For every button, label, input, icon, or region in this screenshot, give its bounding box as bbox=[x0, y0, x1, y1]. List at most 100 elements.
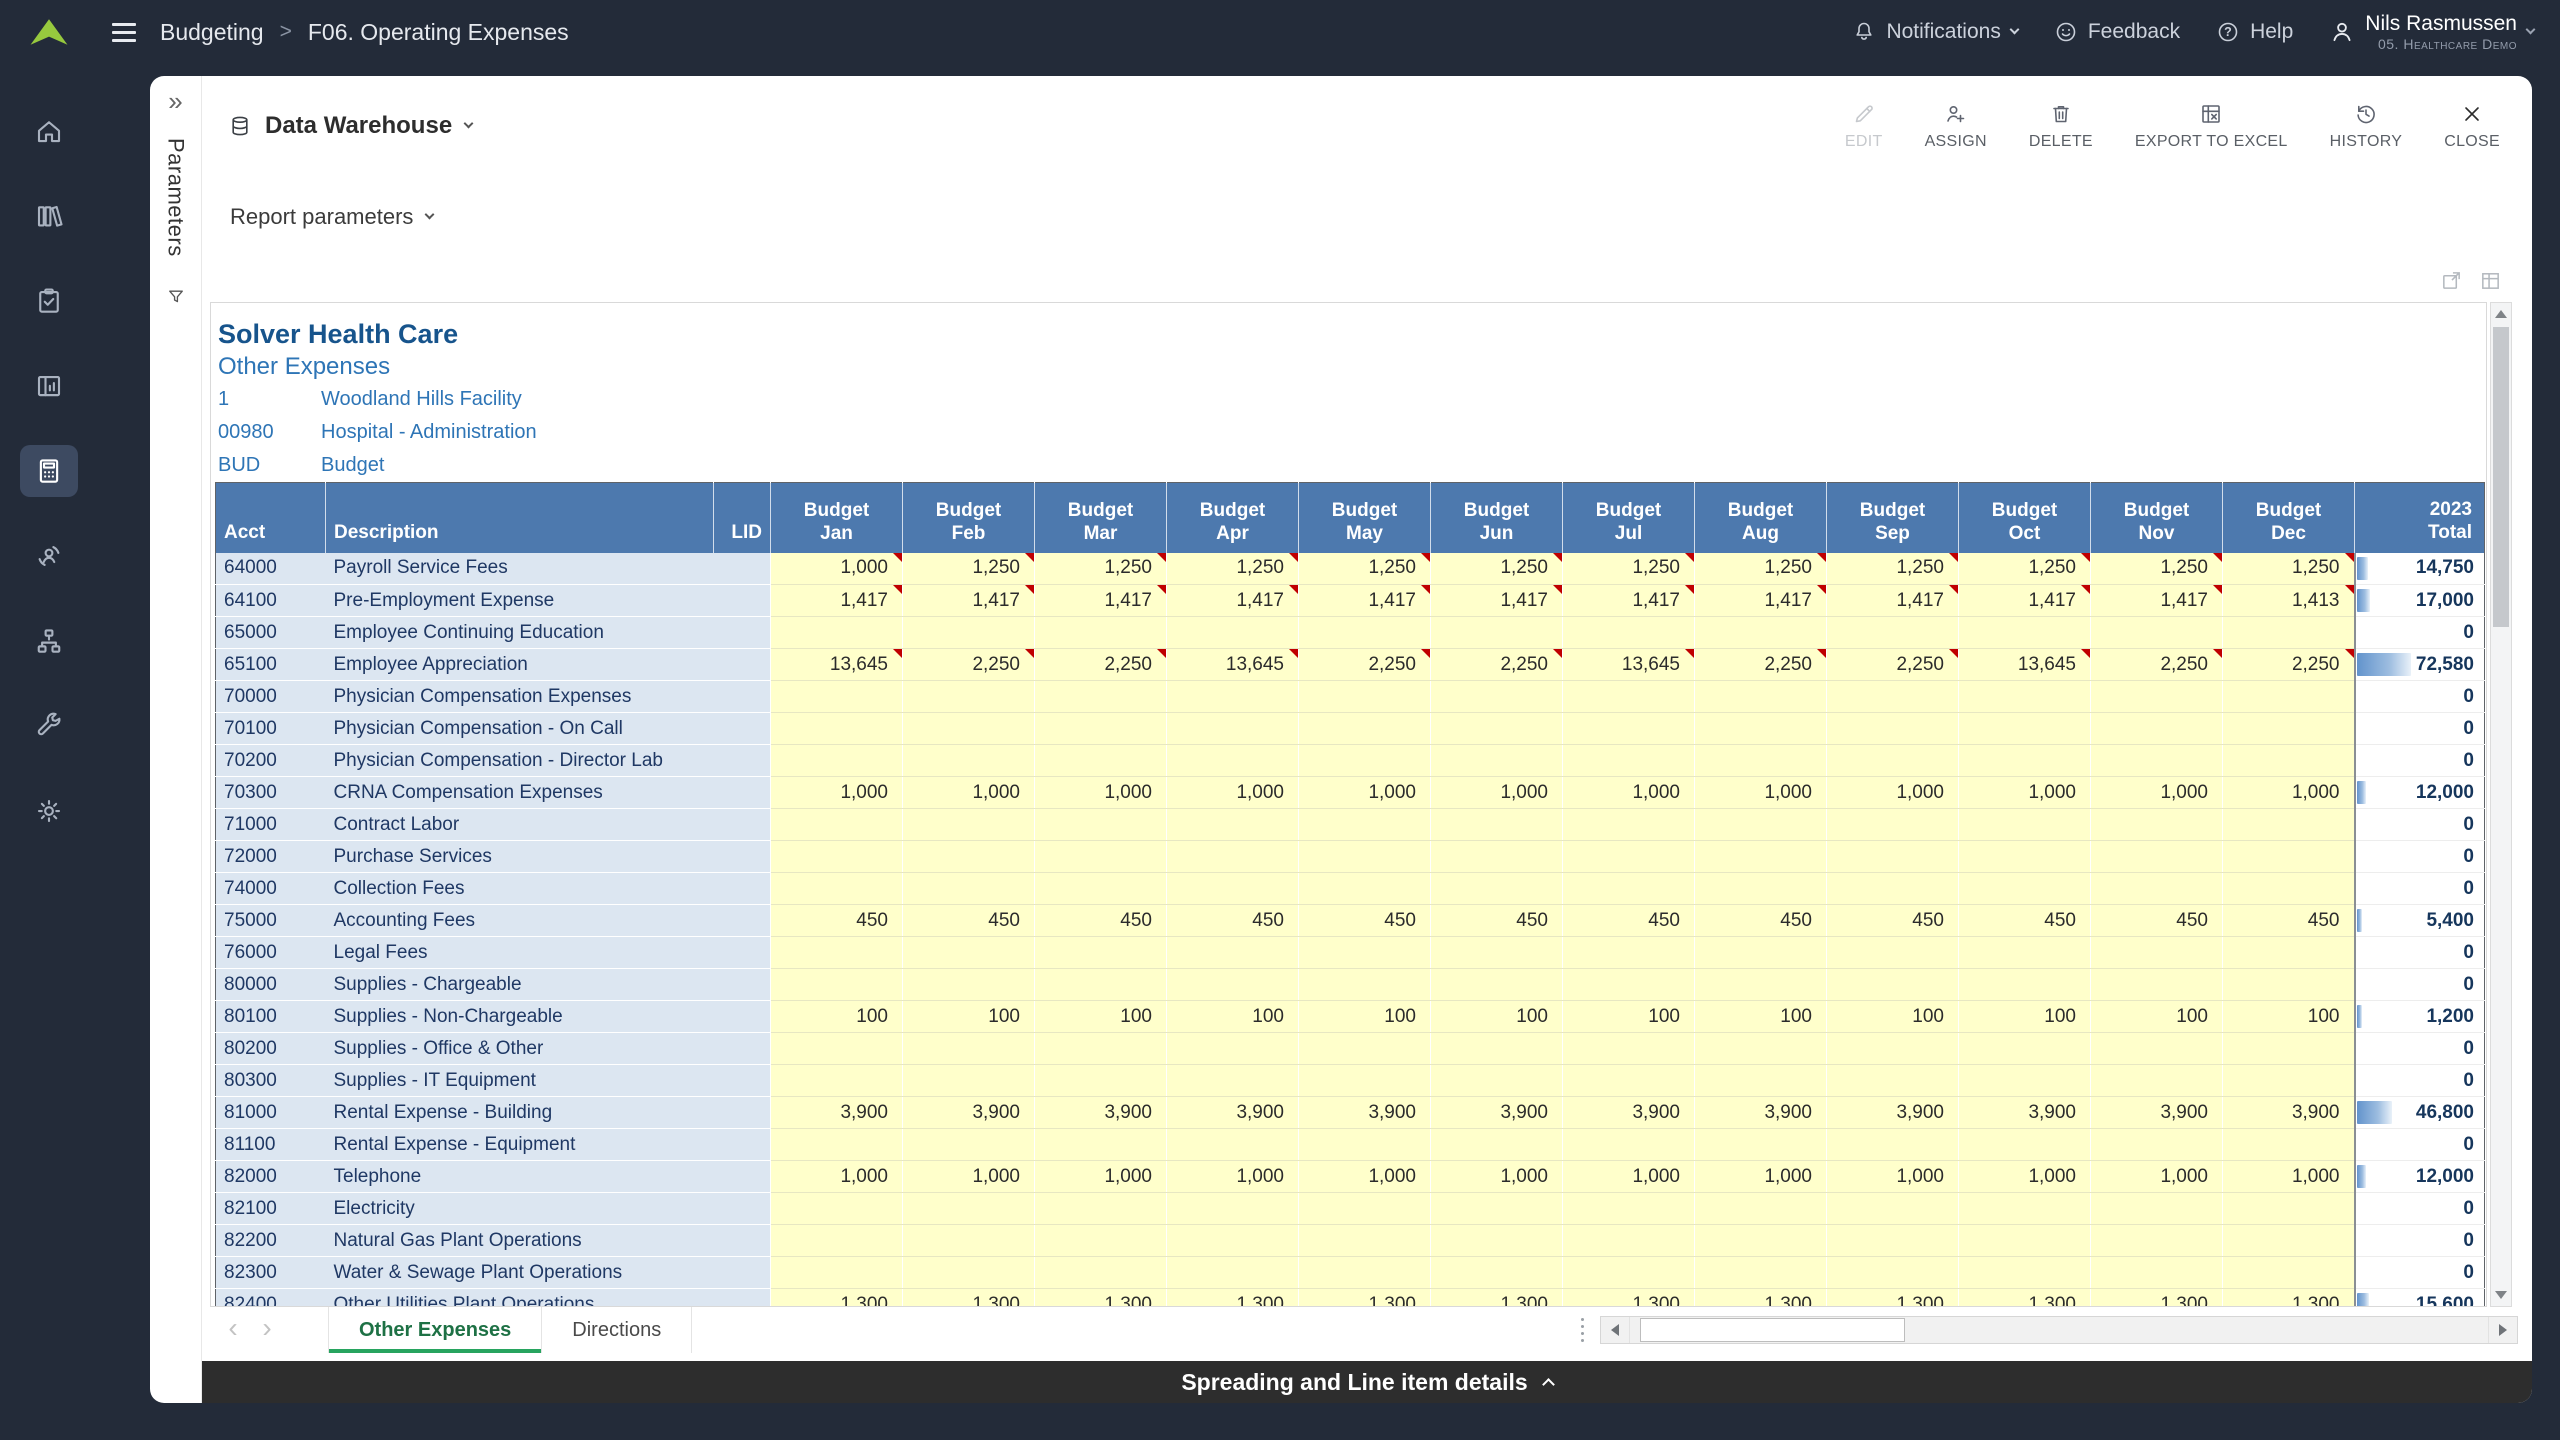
cell-month-value[interactable] bbox=[1299, 745, 1431, 777]
cell-month-value[interactable] bbox=[2091, 1129, 2223, 1161]
cell-month-value[interactable]: 1,417 bbox=[1431, 585, 1563, 617]
report-parameters-toggle[interactable]: Report parameters bbox=[202, 176, 2532, 258]
cell-month-value[interactable] bbox=[1959, 969, 2091, 1001]
cell-month-value[interactable]: 1,000 bbox=[1035, 777, 1167, 809]
cell-month-value[interactable]: 1,300 bbox=[1167, 1289, 1299, 1308]
cell-month-value[interactable] bbox=[1299, 713, 1431, 745]
cell-month-value[interactable] bbox=[1563, 745, 1695, 777]
popout-icon[interactable] bbox=[2440, 269, 2463, 292]
cell-month-value[interactable]: 1,300 bbox=[1827, 1289, 1959, 1308]
cell-month-value[interactable] bbox=[2091, 1193, 2223, 1225]
cell-month-value[interactable] bbox=[1695, 873, 1827, 905]
cell-month-value[interactable]: 3,900 bbox=[1035, 1097, 1167, 1129]
cell-month-value[interactable] bbox=[1035, 1225, 1167, 1257]
cell-month-value[interactable]: 1,000 bbox=[903, 1161, 1035, 1193]
sidebar-item-org-structure[interactable] bbox=[0, 598, 98, 683]
scroll-up-arrow[interactable] bbox=[2491, 303, 2511, 325]
cell-month-value[interactable]: 1,000 bbox=[1563, 1161, 1695, 1193]
cell-month-value[interactable] bbox=[903, 617, 1035, 649]
cell-month-value[interactable]: 1,000 bbox=[903, 777, 1035, 809]
cell-month-value[interactable] bbox=[771, 1033, 903, 1065]
cell-month-value[interactable]: 450 bbox=[1431, 905, 1563, 937]
cell-month-value[interactable] bbox=[1695, 1193, 1827, 1225]
export-to-excel-button[interactable]: EXPORT TO EXCEL bbox=[2135, 102, 2288, 151]
cell-month-value[interactable] bbox=[2223, 937, 2355, 969]
cell-month-value[interactable] bbox=[1695, 1257, 1827, 1289]
cell-month-value[interactable] bbox=[771, 873, 903, 905]
cell-month-value[interactable]: 1,417 bbox=[2091, 585, 2223, 617]
cell-month-value[interactable] bbox=[1167, 1065, 1299, 1097]
cell-month-value[interactable] bbox=[1695, 937, 1827, 969]
cell-month-value[interactable] bbox=[1827, 745, 1959, 777]
cell-month-value[interactable] bbox=[771, 1257, 903, 1289]
cell-month-value[interactable] bbox=[1167, 841, 1299, 873]
cell-month-value[interactable] bbox=[1563, 1193, 1695, 1225]
cell-month-value[interactable] bbox=[1431, 617, 1563, 649]
cell-month-value[interactable]: 450 bbox=[1299, 905, 1431, 937]
cell-month-value[interactable] bbox=[771, 937, 903, 969]
cell-month-value[interactable]: 450 bbox=[1167, 905, 1299, 937]
cell-month-value[interactable] bbox=[1431, 1033, 1563, 1065]
datasource-selector[interactable]: Data Warehouse bbox=[228, 112, 472, 140]
expand-parameters-icon[interactable]: » bbox=[168, 88, 182, 114]
cell-month-value[interactable] bbox=[1827, 1129, 1959, 1161]
cell-month-value[interactable] bbox=[1299, 617, 1431, 649]
cell-month-value[interactable] bbox=[1299, 809, 1431, 841]
cell-month-value[interactable] bbox=[903, 1033, 1035, 1065]
cell-month-value[interactable] bbox=[1827, 969, 1959, 1001]
cell-month-value[interactable] bbox=[1563, 809, 1695, 841]
cell-month-value[interactable] bbox=[1299, 1225, 1431, 1257]
cell-month-value[interactable] bbox=[1827, 1033, 1959, 1065]
cell-month-value[interactable] bbox=[1431, 681, 1563, 713]
cell-month-value[interactable] bbox=[1959, 617, 2091, 649]
cell-month-value[interactable]: 1,300 bbox=[903, 1289, 1035, 1308]
cell-month-value[interactable] bbox=[1035, 937, 1167, 969]
cell-month-value[interactable] bbox=[771, 617, 903, 649]
cell-month-value[interactable]: 1,250 bbox=[903, 553, 1035, 585]
cell-month-value[interactable] bbox=[903, 1225, 1035, 1257]
cell-month-value[interactable] bbox=[771, 713, 903, 745]
cell-month-value[interactable] bbox=[1827, 1193, 1959, 1225]
cell-month-value[interactable]: 100 bbox=[1431, 1001, 1563, 1033]
cell-month-value[interactable] bbox=[903, 969, 1035, 1001]
cell-month-value[interactable]: 3,900 bbox=[1299, 1097, 1431, 1129]
help-button[interactable]: ? Help bbox=[2216, 20, 2293, 44]
cell-month-value[interactable] bbox=[2223, 969, 2355, 1001]
tab-directions[interactable]: Directions bbox=[542, 1307, 692, 1353]
cell-month-value[interactable] bbox=[1959, 1257, 2091, 1289]
cell-month-value[interactable] bbox=[2091, 969, 2223, 1001]
splitter-handle[interactable] bbox=[1574, 1307, 1590, 1353]
cell-month-value[interactable]: 1,417 bbox=[771, 585, 903, 617]
cell-month-value[interactable]: 1,417 bbox=[1299, 585, 1431, 617]
cell-month-value[interactable] bbox=[2091, 745, 2223, 777]
cell-month-value[interactable] bbox=[1299, 681, 1431, 713]
cell-month-value[interactable] bbox=[2223, 1225, 2355, 1257]
cell-month-value[interactable] bbox=[1431, 1225, 1563, 1257]
cell-month-value[interactable]: 1,417 bbox=[1695, 585, 1827, 617]
cell-month-value[interactable] bbox=[2223, 745, 2355, 777]
cell-month-value[interactable] bbox=[771, 969, 903, 1001]
cell-month-value[interactable]: 2,250 bbox=[903, 649, 1035, 681]
cell-month-value[interactable]: 2,250 bbox=[1299, 649, 1431, 681]
tab-nav-left-icon[interactable]: ‹ bbox=[216, 1307, 250, 1353]
cell-month-value[interactable] bbox=[771, 681, 903, 713]
sidebar-item-budgeting[interactable] bbox=[0, 428, 98, 513]
tab-nav-right-icon[interactable]: › bbox=[250, 1307, 284, 1353]
cell-month-value[interactable] bbox=[1035, 681, 1167, 713]
cell-month-value[interactable] bbox=[2223, 1129, 2355, 1161]
cell-month-value[interactable]: 1,300 bbox=[1563, 1289, 1695, 1308]
cell-month-value[interactable] bbox=[1299, 1033, 1431, 1065]
scroll-down-arrow[interactable] bbox=[2491, 1284, 2511, 1306]
cell-month-value[interactable] bbox=[1299, 1257, 1431, 1289]
cell-month-value[interactable] bbox=[1695, 1033, 1827, 1065]
cell-month-value[interactable]: 1,300 bbox=[1035, 1289, 1167, 1308]
cell-month-value[interactable] bbox=[1035, 1257, 1167, 1289]
cell-month-value[interactable] bbox=[2091, 841, 2223, 873]
cell-month-value[interactable] bbox=[1431, 1065, 1563, 1097]
cell-month-value[interactable] bbox=[1431, 809, 1563, 841]
cell-month-value[interactable] bbox=[903, 681, 1035, 713]
cell-month-value[interactable]: 1,000 bbox=[1299, 777, 1431, 809]
cell-month-value[interactable]: 100 bbox=[1299, 1001, 1431, 1033]
cell-month-value[interactable]: 3,900 bbox=[903, 1097, 1035, 1129]
cell-month-value[interactable] bbox=[771, 1065, 903, 1097]
